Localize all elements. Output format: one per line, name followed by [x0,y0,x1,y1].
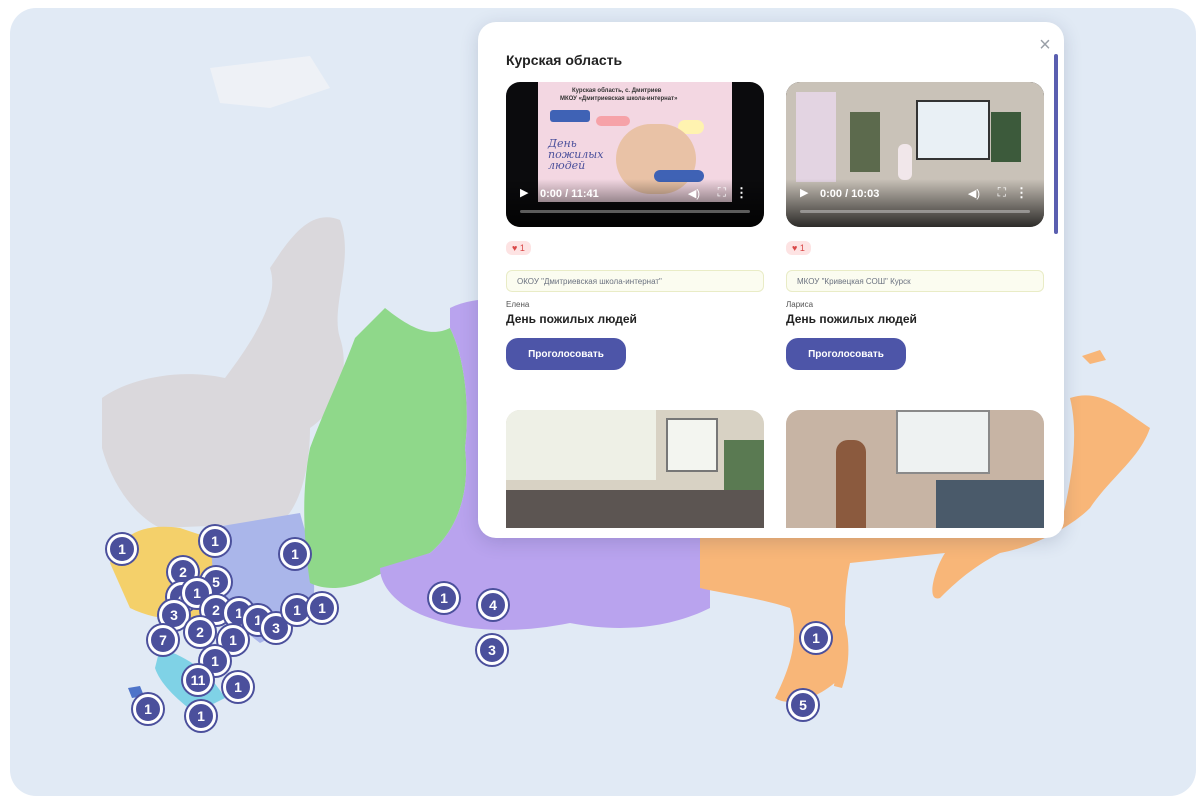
region-modal: Курская область × Курская область, с. Дм… [478,22,1064,538]
map-cluster[interactable]: 7 [148,625,178,655]
video-card: Курская область, с. Дмитриев МКОУ «Дмитр… [506,82,764,370]
video-photo [506,490,764,528]
author-name: Лариса [786,300,814,309]
map-cluster[interactable]: 2 [185,617,215,647]
vote-button[interactable]: Проголосовать [786,338,906,370]
map-cluster[interactable]: 3 [477,635,507,665]
video-slide-text: День пожилых людей [548,137,604,172]
map-cluster[interactable]: 1 [200,526,230,556]
region-north-islands[interactable] [210,56,330,108]
island-wrangel[interactable] [1082,350,1106,364]
school-field: МКОУ "Кривецкая СОШ" Курск [786,270,1044,292]
video-photo [666,418,718,472]
map-cluster[interactable]: 1 [107,534,137,564]
map-cluster[interactable]: 1 [429,583,459,613]
map-cluster[interactable]: 1 [801,623,831,653]
video-photo [836,440,866,528]
video-time: 0:00 / 11:41 [540,188,599,200]
video-progress[interactable] [520,210,750,213]
more-icon[interactable]: ⋮ [1015,185,1028,201]
likes-badge[interactable]: ♥ 1 [506,241,531,255]
video-title-line: Курская область, с. Дмитриев [572,88,662,94]
fullscreen-icon[interactable]: ⛶ [998,185,1006,200]
video-photo [936,480,1044,528]
map-cluster[interactable]: 1 [133,694,163,724]
map-cluster[interactable]: 4 [478,590,508,620]
video-card: ▶ 0:00 / 10:03 ◀) ⛶ ⋮ ♥ 1 МКОУ "Кривецка… [786,82,1044,370]
map-cluster[interactable]: 1 [280,539,310,569]
video-tag [550,110,590,122]
play-icon[interactable]: ▶ [800,186,808,199]
video-photo [896,410,990,474]
video-photo [850,112,880,172]
play-icon[interactable]: ▶ [520,186,528,199]
map-cluster[interactable]: 1 [223,672,253,702]
vote-button[interactable]: Проголосовать [506,338,626,370]
map-cluster[interactable]: 11 [183,665,213,695]
video-progress[interactable] [800,210,1030,213]
video-thumbnail[interactable] [506,410,764,528]
volume-icon[interactable]: ◀) [968,187,980,200]
map-cluster[interactable]: 5 [788,690,818,720]
fullscreen-icon[interactable]: ⛶ [718,185,726,200]
card-title: День пожилых людей [506,312,637,326]
map-cluster[interactable]: 1 [186,701,216,731]
school-field: ОКОУ "Дмитриевская школа-интернат" [506,270,764,292]
likes-badge[interactable]: ♥ 1 [786,241,811,255]
video-tag [596,116,630,126]
video-photo [506,410,656,480]
author-name: Елена [506,300,530,309]
video-time: 0:00 / 10:03 [820,188,880,200]
video-title-line: МКОУ «Дмитриевская школа-интернат» [560,96,678,102]
card-title: День пожилых людей [786,312,917,326]
video-photo [898,144,912,180]
more-icon[interactable]: ⋮ [735,185,748,201]
video-photo [991,112,1021,162]
modal-title: Курская область [506,52,623,68]
video-photo [796,92,836,182]
modal-scrollbar[interactable] [1054,54,1058,234]
video-player[interactable]: Курская область, с. Дмитриев МКОУ «Дмитр… [506,82,764,227]
video-thumbnail[interactable] [786,410,1044,528]
map-cluster[interactable]: 1 [307,593,337,623]
close-icon[interactable]: × [1034,34,1056,56]
volume-icon[interactable]: ◀) [688,187,700,200]
video-photo [916,100,990,160]
video-player[interactable]: ▶ 0:00 / 10:03 ◀) ⛶ ⋮ [786,82,1044,227]
